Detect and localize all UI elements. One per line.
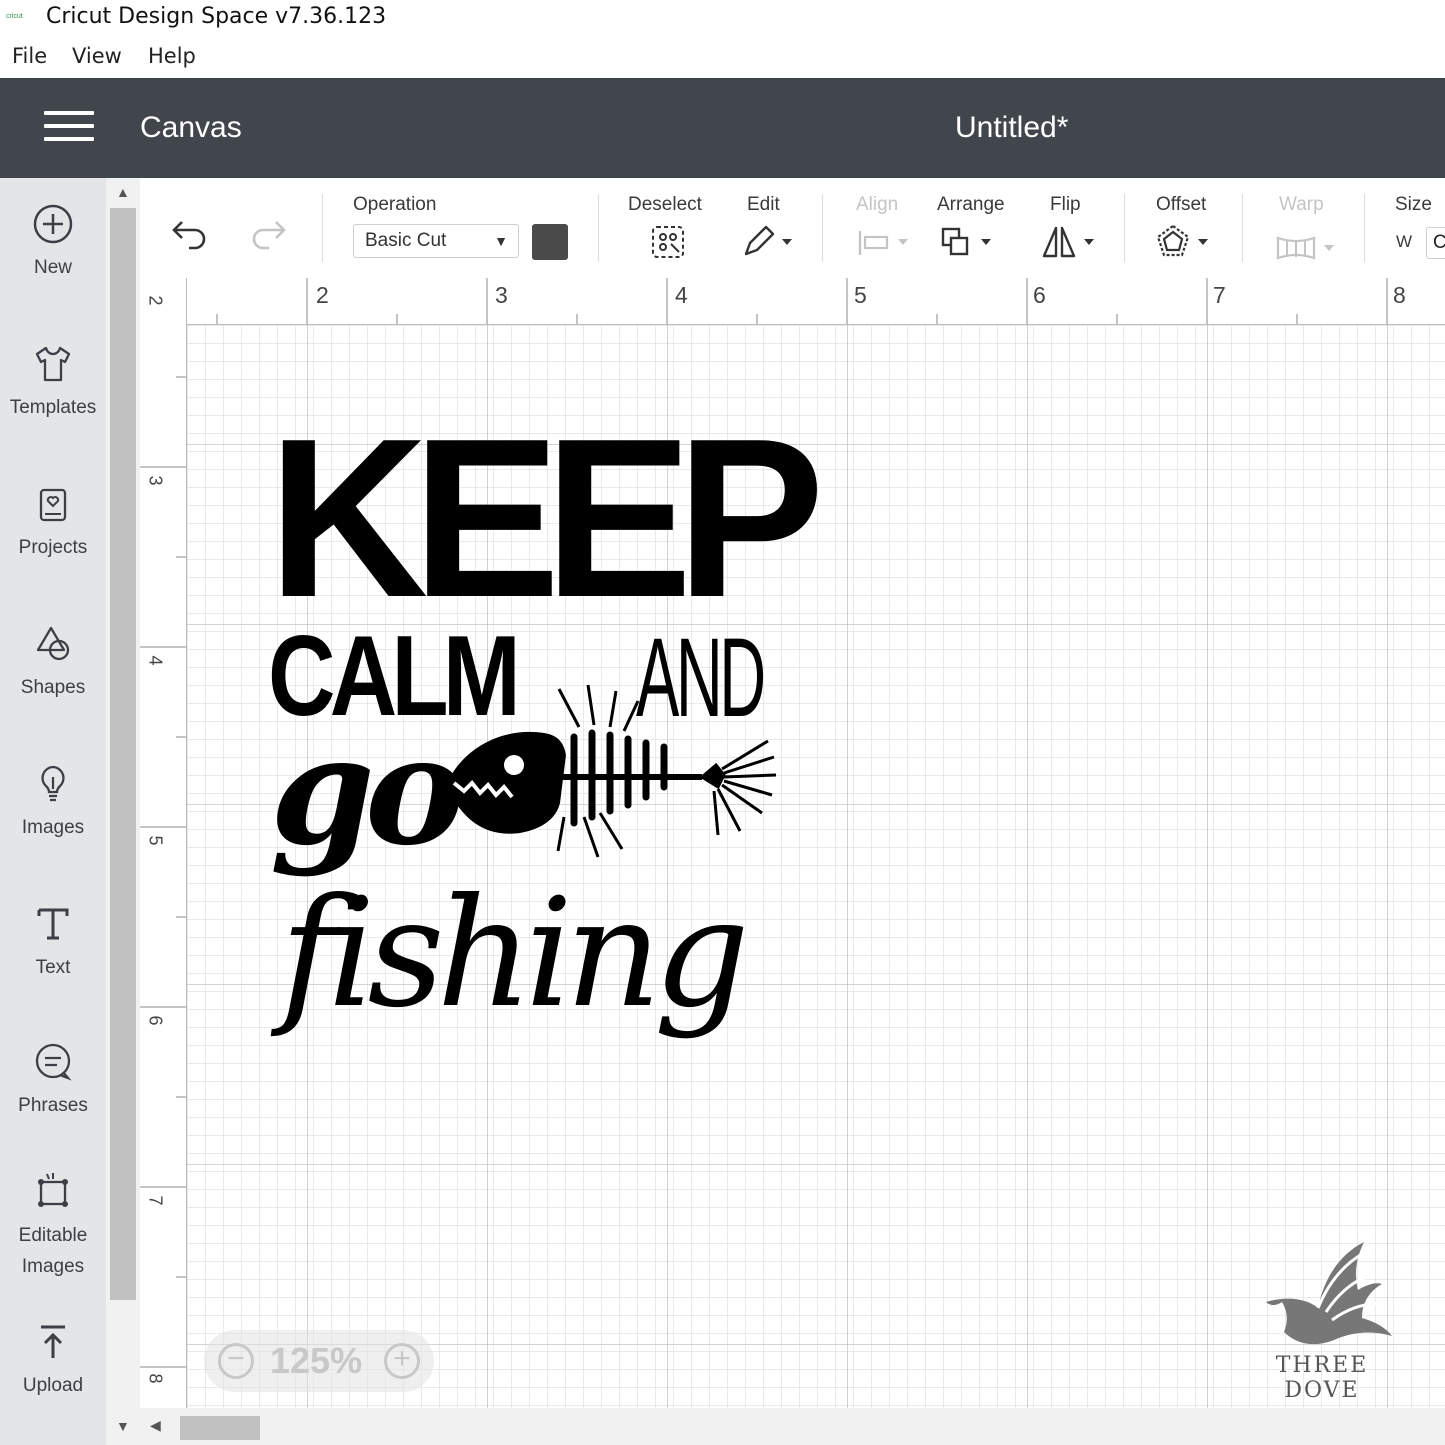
sidebar-item-images[interactable]: Images (0, 762, 106, 843)
ruler-number: 8 (145, 1373, 166, 1384)
color-swatch[interactable] (532, 224, 568, 260)
scrollbar-thumb[interactable] (110, 208, 136, 1300)
deselect-label: Deselect (628, 194, 702, 215)
speech-bubble-icon (35, 1043, 72, 1081)
app-header: Canvas Untitled* (0, 78, 1445, 178)
project-icon (39, 488, 67, 522)
scroll-left-arrow-icon[interactable]: ◀ (150, 1417, 161, 1434)
zoom-control: − 125% + (204, 1330, 434, 1392)
sidebar-item-label: Templates (9, 397, 97, 418)
offset-label: Offset (1156, 194, 1207, 215)
sidebar-item-label: Shapes (20, 677, 86, 698)
sidebar-item-templates[interactable]: Templates (0, 342, 106, 423)
warp-icon[interactable] (1274, 234, 1338, 262)
ruler-number: 8 (1393, 282, 1406, 308)
plus-circle-icon (33, 204, 73, 244)
chevron-down-icon: ▼ (494, 233, 508, 249)
ruler-number: 5 (854, 282, 867, 308)
sidebar-item-label: Editable Images (18, 1225, 88, 1277)
undo-icon[interactable] (170, 214, 212, 250)
scrollbar-thumb[interactable] (180, 1416, 260, 1440)
size-label: Size (1395, 194, 1432, 215)
ruler-number: 3 (145, 475, 166, 486)
ruler-number: 7 (1213, 282, 1226, 308)
menu-help[interactable]: Help (148, 44, 196, 68)
hamburger-menu-icon[interactable] (44, 111, 94, 143)
ruler-number: 3 (495, 282, 508, 308)
app-title: Cricut Design Space v7.36.123 (46, 4, 387, 29)
menu-file[interactable]: File (12, 44, 47, 68)
ruler-number: 6 (1033, 282, 1046, 308)
operation-value: Basic Cut (365, 230, 447, 251)
edit-pen-icon[interactable] (740, 224, 798, 260)
horizontal-scrollbar[interactable]: ◀ (140, 1408, 1445, 1445)
sidebar-item-label: Upload (22, 1375, 84, 1396)
scroll-up-arrow-icon[interactable]: ▲ (116, 184, 130, 200)
offset-icon[interactable] (1156, 224, 1214, 260)
lightbulb-icon (41, 765, 65, 802)
sidebar-item-phrases[interactable]: Phrases (0, 1040, 106, 1121)
sidebar-item-label: New (33, 257, 72, 278)
align-label: Align (856, 194, 899, 215)
sidebar-item-text[interactable]: Text (0, 902, 106, 983)
horizontal-ruler: 2 3 4 5 6 7 8 (140, 278, 1445, 325)
app-logo-icon: cricut (6, 13, 23, 20)
document-title[interactable]: Untitled* (955, 111, 1068, 145)
ruler-number: 5 (145, 835, 166, 846)
warp-label: Warp (1279, 194, 1324, 215)
vertical-ruler: 2 3 4 5 6 7 8 (140, 278, 187, 1408)
flip-label: Flip (1050, 194, 1081, 215)
fish-skeleton-icon (446, 684, 777, 858)
design-word-go: go (270, 703, 465, 879)
flip-icon[interactable] (1042, 224, 1100, 260)
shapes-icon (36, 626, 70, 661)
design-artwork[interactable]: KEEP CALM AND go fishing (262, 392, 825, 1045)
sidebar-item-label: Projects (18, 537, 88, 558)
menu-bar: File View Help (0, 40, 1445, 78)
sidebar-item-label: Images (21, 817, 85, 838)
design-word-fishing: fishing (280, 867, 750, 1041)
editable-images-icon (38, 1173, 68, 1207)
align-icon[interactable] (856, 228, 912, 258)
left-sidebar: New Templates Projects Shapes Images Tex… (0, 178, 106, 1445)
ruler-number: 4 (675, 282, 688, 308)
vertical-scrollbar[interactable]: ▲ ▼ (106, 178, 140, 1445)
zoom-out-icon[interactable]: − (218, 1343, 254, 1379)
operation-label: Operation (353, 194, 437, 215)
zoom-in-icon[interactable]: + (384, 1343, 420, 1379)
redo-icon[interactable] (246, 214, 288, 250)
sidebar-item-projects[interactable]: Projects (0, 482, 106, 563)
sidebar-item-upload[interactable]: Upload (0, 1320, 106, 1401)
edit-toolbar: Operation Basic Cut ▼ Deselect Edit Alig… (140, 178, 1445, 279)
upload-icon (41, 1325, 65, 1358)
deselect-icon[interactable] (650, 224, 686, 260)
sidebar-item-label: Text (35, 957, 71, 978)
text-icon (37, 908, 69, 940)
ruler-number: 2 (145, 295, 166, 306)
ruler-number: 6 (145, 1015, 166, 1026)
menu-view[interactable]: View (72, 44, 122, 68)
watermark: THREE DOVE (1236, 1240, 1408, 1403)
operation-dropdown[interactable]: Basic Cut ▼ (353, 224, 519, 258)
size-width-input[interactable]: C (1426, 227, 1445, 259)
sidebar-item-editable-images[interactable]: Editable Images (0, 1170, 106, 1282)
arrange-label: Arrange (937, 194, 1005, 215)
sidebar-item-shapes[interactable]: Shapes (0, 622, 106, 703)
zoom-level: 125% (270, 1340, 363, 1381)
watermark-text: THREE DOVE (1275, 1353, 1369, 1403)
ruler-number: 4 (145, 655, 166, 666)
title-bar: cricut Cricut Design Space v7.36.123 (0, 0, 1445, 36)
sidebar-item-label: Phrases (18, 1095, 88, 1116)
section-title: Canvas (140, 111, 242, 144)
ruler-number: 7 (145, 1195, 166, 1206)
size-width-prefix: W (1396, 232, 1413, 251)
edit-label: Edit (747, 194, 780, 215)
sidebar-item-new[interactable]: New (0, 202, 106, 283)
dove-logo-icon (1266, 1242, 1392, 1345)
tshirt-icon (35, 346, 71, 382)
arrange-icon[interactable] (940, 226, 996, 260)
ruler-number: 2 (316, 282, 329, 308)
scroll-down-arrow-icon[interactable]: ▼ (116, 1418, 130, 1434)
